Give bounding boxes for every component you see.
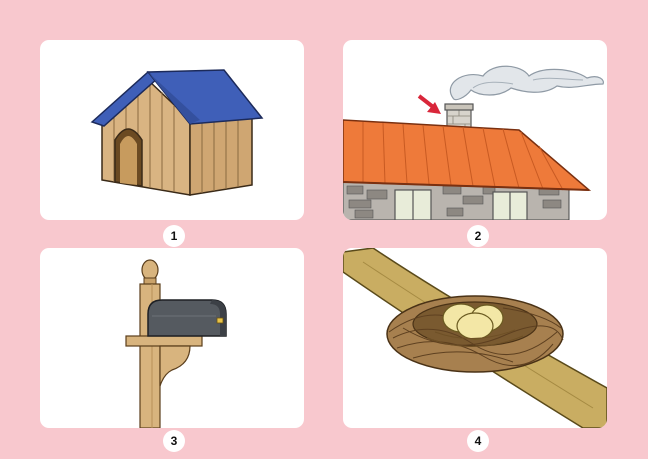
panel-mailbox: [40, 248, 304, 428]
panel-chimney-house: [343, 40, 607, 220]
panel-number-2: 2: [467, 225, 489, 247]
panel-number-4: 4: [467, 430, 489, 452]
chimney-house-icon: [343, 65, 604, 220]
panel-doghouse: [40, 40, 304, 220]
doghouse-icon: [90, 69, 264, 196]
panel-number-1: 1: [163, 225, 185, 247]
panel-number-3: 3: [163, 430, 185, 452]
panel-bird-nest: [343, 248, 607, 428]
mailbox-icon: [125, 259, 227, 428]
bird-nest-icon: [343, 248, 607, 428]
